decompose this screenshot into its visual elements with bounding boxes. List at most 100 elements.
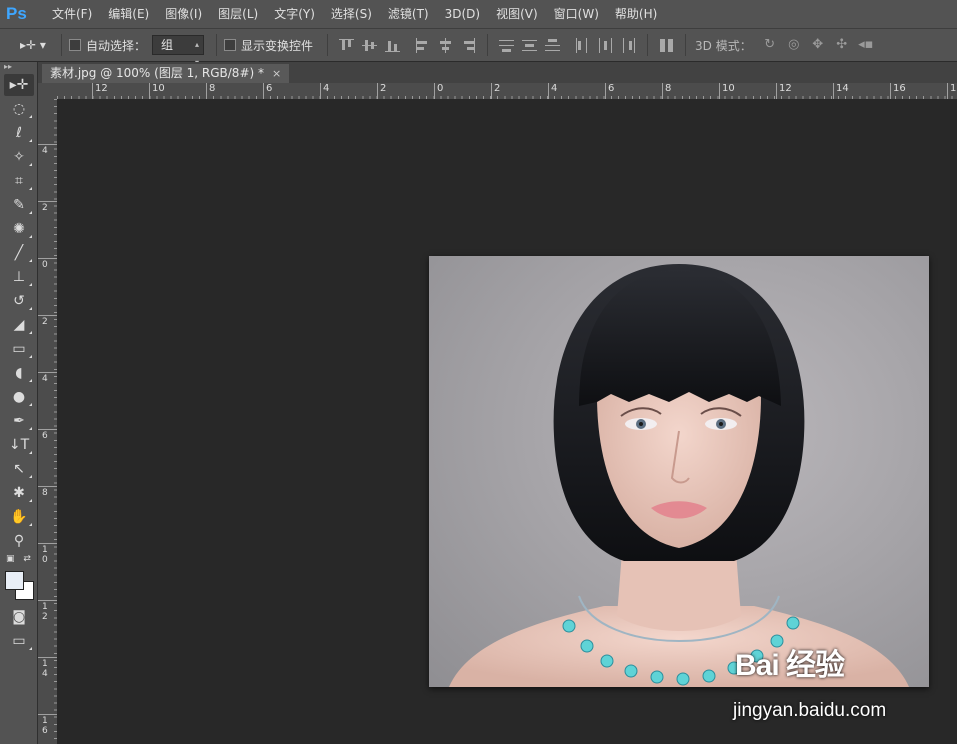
document-tab-bar: 素材.jpg @ 100% (图层 1, RGB/8#) * ×	[38, 62, 957, 83]
menu-view[interactable]: 视图(V)	[488, 0, 546, 28]
ruler-tick	[38, 372, 57, 373]
distribute-top-icon[interactable]	[498, 37, 515, 54]
ruler-label: 2	[42, 317, 48, 327]
3d-roll-icon[interactable]: ◎	[785, 36, 803, 54]
ruler-tick	[38, 714, 57, 715]
menu-select[interactable]: 选择(S)	[323, 0, 380, 28]
move-tool-preset-icon[interactable]: ▸✛ ▾	[20, 35, 54, 55]
show-transform-label: 显示变换控件	[241, 38, 314, 53]
menu-edit[interactable]: 编辑(E)	[100, 0, 157, 28]
screen-mode-icon[interactable]: ▭	[4, 630, 34, 652]
menu-3d[interactable]: 3D(D)	[437, 0, 488, 28]
ruler-label: 8	[42, 488, 48, 498]
ruler-tick	[38, 486, 57, 487]
separator	[216, 34, 218, 56]
ruler-label: 10	[42, 545, 48, 565]
zoom-tool-icon[interactable]: ⚲	[4, 530, 34, 552]
menu-type[interactable]: 文字(Y)	[266, 0, 323, 28]
align-hcenter-icon[interactable]	[437, 37, 454, 54]
ruler-tick	[38, 201, 57, 202]
ruler-tick	[38, 144, 57, 145]
menu-window[interactable]: 窗口(W)	[546, 0, 607, 28]
separator	[61, 34, 62, 56]
align-right-icon[interactable]	[460, 37, 477, 54]
ruler-label: 14	[42, 659, 48, 679]
distribute-bottom-icon[interactable]	[544, 37, 561, 54]
lasso-tool-icon[interactable]: ℓ	[4, 122, 34, 144]
distribute-vcenter-icon[interactable]	[521, 37, 538, 54]
marquee-tool-icon[interactable]: ◌	[4, 98, 34, 120]
ruler-origin[interactable]	[38, 83, 57, 99]
swap-colors-icon[interactable]: ⇄	[23, 554, 31, 564]
color-swatches[interactable]	[4, 570, 37, 600]
menu-filter[interactable]: 滤镜(T)	[380, 0, 437, 28]
vertical-ruler[interactable]: 4 2 0 2 4 6 8 10 12 14 16	[38, 99, 57, 744]
3d-slide-icon[interactable]: ✣	[833, 36, 851, 54]
align-top-icon[interactable]	[338, 37, 355, 54]
blur-tool-icon[interactable]: ◖	[4, 362, 34, 384]
3d-pan-icon[interactable]: ✥	[809, 36, 827, 54]
auto-select-dropdown[interactable]: 组▴▾	[152, 35, 205, 67]
horizontal-ruler[interactable]: 12 10 8 6 4 2 0 2 4 6 8 10 12 14 16 18	[57, 83, 957, 99]
menu-file[interactable]: 文件(F)	[44, 0, 100, 28]
menu-layer[interactable]: 图层(L)	[210, 0, 266, 28]
default-colors-icon[interactable]: ▣ ⇄	[6, 554, 37, 568]
hand-tool-icon[interactable]: ✋	[4, 506, 34, 528]
ruler-label: 12	[42, 602, 48, 622]
toolbox-collapse-icon[interactable]: ▸▸	[0, 62, 37, 72]
ruler-label: 6	[608, 83, 615, 94]
separator	[487, 34, 489, 56]
quick-mask-icon[interactable]: ◙	[4, 606, 34, 628]
path-selection-tool-icon[interactable]: ↖	[4, 458, 34, 480]
align-vcenter-icon[interactable]	[361, 37, 378, 54]
ruler-label: 4	[42, 374, 48, 384]
eraser-tool-icon[interactable]: ◢	[4, 314, 34, 336]
pen-tool-icon[interactable]: ✒	[4, 410, 34, 432]
show-transform-checkbox[interactable]	[224, 39, 237, 51]
align-bottom-icon[interactable]	[384, 37, 401, 54]
3d-rotate-icon[interactable]: ↻	[761, 36, 779, 54]
distribute-hcenter-icon[interactable]	[597, 37, 614, 54]
distribute-left-icon[interactable]	[574, 37, 591, 54]
dodge-tool-icon[interactable]: ●	[4, 386, 34, 408]
clone-stamp-tool-icon[interactable]: ⊥	[4, 266, 34, 288]
ruler-label: 16	[893, 83, 906, 94]
ruler-tick	[38, 543, 57, 544]
portrait-photo	[449, 264, 909, 687]
move-tool-icon[interactable]: ▸✛	[4, 74, 34, 96]
history-brush-tool-icon[interactable]: ↺	[4, 290, 34, 312]
gradient-tool-icon[interactable]: ▭	[4, 338, 34, 360]
ruler-label: 4	[323, 83, 330, 94]
ruler-label: 18	[950, 83, 957, 94]
menu-image[interactable]: 图像(I)	[157, 0, 210, 28]
healing-brush-tool-icon[interactable]: ✺	[4, 218, 34, 240]
ruler-label: 2	[380, 83, 387, 94]
3d-mode-label: 3D 模式：	[695, 38, 752, 53]
brush-tool-icon[interactable]: ╱	[4, 242, 34, 264]
magic-wand-tool-icon[interactable]: ✧	[4, 146, 34, 168]
document-image[interactable]	[429, 256, 929, 687]
distribute-right-icon[interactable]	[620, 37, 637, 54]
auto-select-label: 自动选择：	[86, 38, 147, 53]
auto-align-layers-icon[interactable]	[658, 37, 675, 54]
eyedropper-tool-icon[interactable]: ✎	[4, 194, 34, 216]
ruler-label: 4	[551, 83, 558, 94]
3d-scale-icon[interactable]: ◂▪	[857, 36, 875, 54]
type-tool-icon[interactable]: ↓T	[4, 434, 34, 456]
separator	[327, 34, 329, 56]
toolbox: ▸▸ ▸✛ ◌ ℓ ✧ ⌗ ✎ ✺ ╱ ⊥ ↺ ◢ ▭ ◖ ● ✒ ↓T ↖ ✱…	[0, 62, 38, 744]
ruler-label: 2	[494, 83, 501, 94]
menu-help[interactable]: 帮助(H)	[607, 0, 665, 28]
align-left-icon[interactable]	[414, 37, 431, 54]
close-tab-icon[interactable]: ×	[272, 67, 281, 80]
document-tab[interactable]: 素材.jpg @ 100% (图层 1, RGB/8#) * ×	[42, 64, 290, 83]
shape-tool-icon[interactable]: ✱	[4, 482, 34, 504]
options-bar: ▸✛ ▾ 自动选择： 组▴▾ 显示变换控件 3D 模式： ↻ ◎ ✥ ✣ ◂▪	[0, 28, 957, 67]
auto-select-checkbox[interactable]	[69, 39, 81, 51]
ruler-tick	[38, 600, 57, 601]
ruler-label: 12	[779, 83, 792, 94]
ruler-label: 6	[42, 431, 48, 441]
crop-tool-icon[interactable]: ⌗	[4, 170, 34, 192]
ruler-tick	[38, 315, 57, 316]
foreground-color-swatch[interactable]	[5, 571, 24, 590]
